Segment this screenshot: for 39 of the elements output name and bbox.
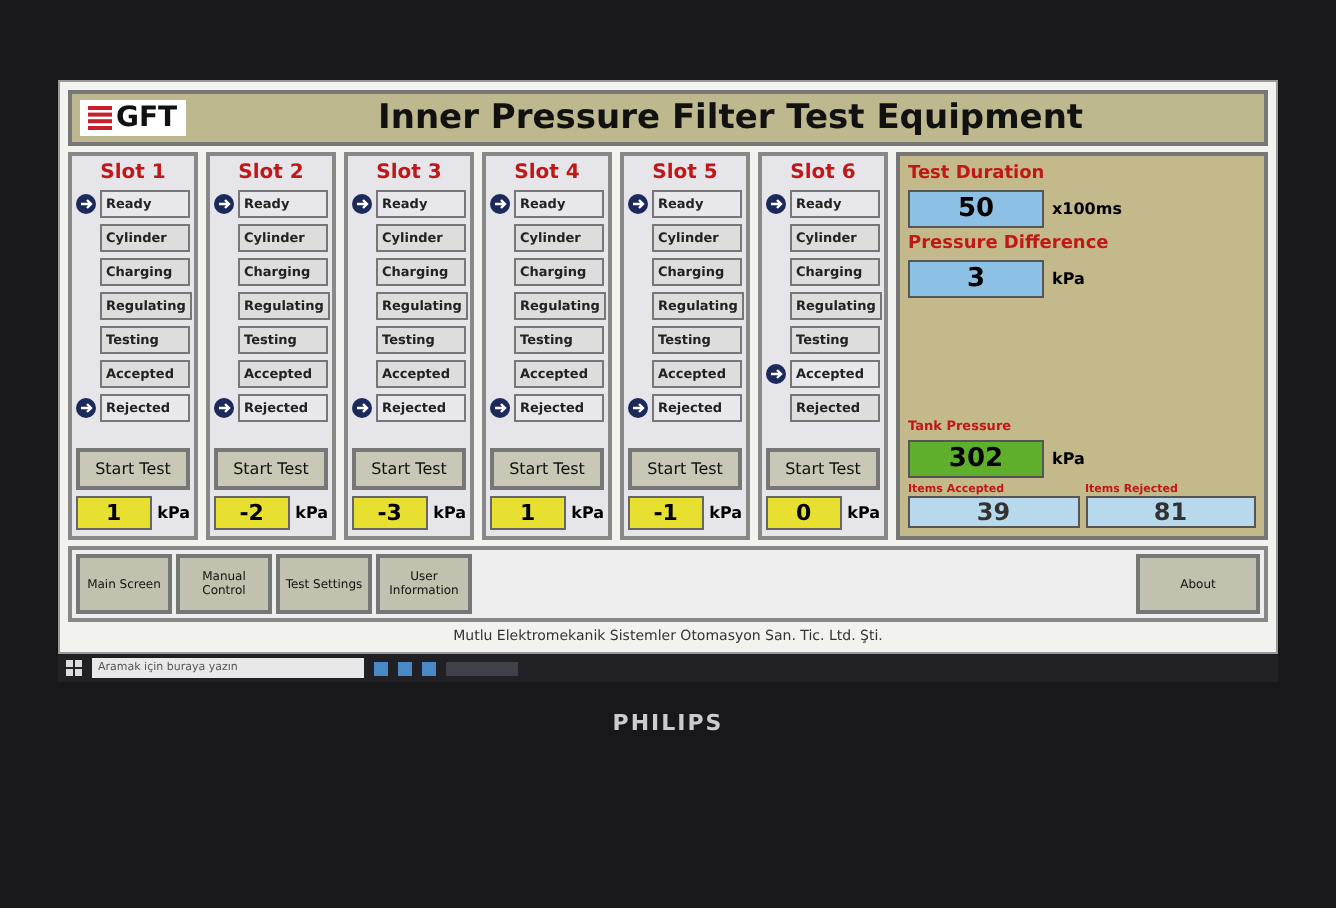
start-test-button[interactable]: Start Test	[490, 448, 604, 490]
pressure-value: -1	[628, 496, 704, 530]
unit-label: kPa	[157, 504, 190, 522]
pressure-value: 1	[490, 496, 566, 530]
start-test-button[interactable]: Start Test	[214, 448, 328, 490]
counter-value: 39	[908, 496, 1079, 528]
slot-title: Slot 4	[514, 162, 580, 184]
pressure-value: -3	[352, 496, 428, 530]
unit-label: kPa	[571, 504, 604, 522]
unit-label: kPa	[1052, 450, 1085, 468]
unit-label: kPa	[709, 504, 742, 522]
slot-title: Slot 3	[376, 162, 442, 184]
app-title: Inner Pressure Filter Test Equipment	[376, 98, 1086, 138]
pressure-value: 0	[766, 496, 842, 530]
slot-title: Slot 6	[790, 162, 856, 184]
unit-label: kPa	[433, 504, 466, 522]
start-test-button[interactable]: Start Test	[628, 448, 742, 490]
slot-title: Slot 1	[100, 162, 166, 184]
unit-label: kPa	[295, 504, 328, 522]
pressure-value: -2	[214, 496, 290, 530]
unit-label: kPa	[1052, 270, 1085, 288]
unit-label: kPa	[847, 504, 880, 522]
start-test-button[interactable]: Start Test	[766, 448, 880, 490]
setting-label: Test Duration	[908, 164, 1047, 184]
logo-text: GFT	[116, 102, 178, 134]
pressure-value: 1	[76, 496, 152, 530]
slot-title: Slot 2	[238, 162, 304, 184]
counter-value: 81	[1085, 496, 1256, 528]
tank-pressure-value: 302	[908, 440, 1044, 478]
value-field[interactable]: 3	[908, 260, 1044, 298]
monitor-brand: PHILIPS	[612, 710, 724, 736]
value-field[interactable]: 50	[908, 190, 1044, 228]
start-test-button[interactable]: Start Test	[76, 448, 190, 490]
setting-label: Pressure Difference	[908, 234, 1111, 254]
unit-label: x100ms	[1052, 200, 1122, 218]
stripes-icon	[88, 106, 112, 130]
slot-title: Slot 5	[652, 162, 718, 184]
windows-icon[interactable]	[66, 660, 82, 676]
start-test-button[interactable]: Start Test	[352, 448, 466, 490]
